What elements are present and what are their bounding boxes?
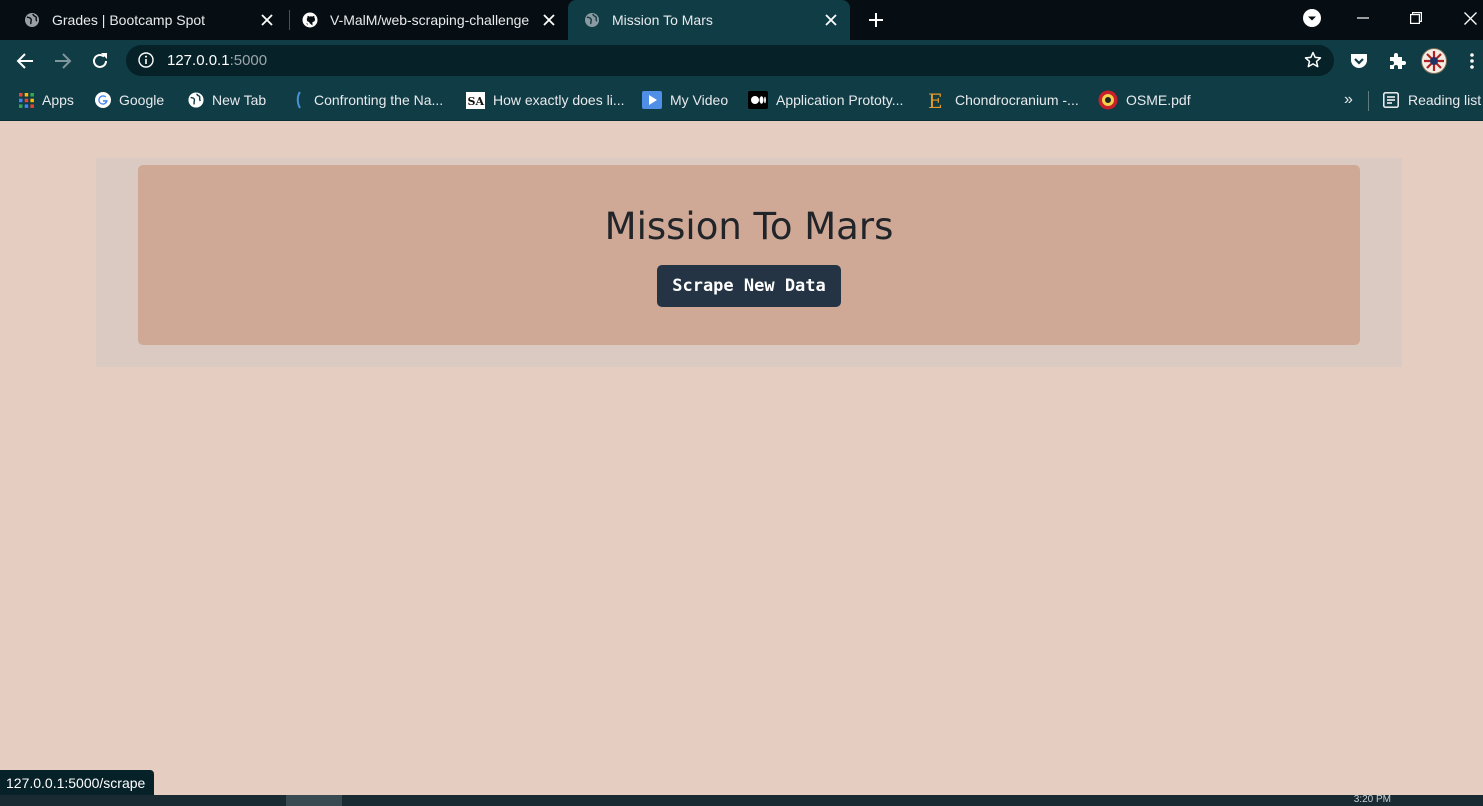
page-title: Mission To Mars	[604, 205, 894, 248]
bookmarks-divider	[1368, 91, 1369, 111]
back-button[interactable]	[12, 48, 38, 74]
sa-icon: SA	[466, 91, 485, 109]
tab-strip: Grades | Bootcamp Spot V-MalM/web-scrapi…	[0, 0, 1483, 40]
e-letter-icon: E	[927, 90, 947, 110]
bookmark-new-tab[interactable]: New Tab	[188, 90, 266, 110]
seal-icon	[1098, 90, 1118, 110]
minimize-icon	[1357, 17, 1369, 19]
bookmark-label: How exactly does li...	[493, 92, 625, 108]
tab-title: Mission To Mars	[612, 12, 713, 28]
bookmark-google[interactable]: Google	[95, 90, 164, 110]
taskbar-clock: 3:20 PM	[1353, 794, 1391, 805]
globe-icon	[25, 13, 39, 27]
bookmark-label: My Video	[670, 92, 729, 108]
bookmark-apps[interactable]: Apps	[18, 90, 74, 110]
bookmark-label: New Tab	[212, 92, 267, 108]
bookmark-label: Chondrocranium -...	[955, 92, 1079, 108]
address-text[interactable]: 127.0.0.1:5000	[167, 52, 267, 69]
bookmark-label: Google	[119, 92, 165, 108]
new-tab-button[interactable]	[864, 8, 888, 32]
bookmark-label: Application Prototy...	[776, 92, 904, 108]
reading-list-icon	[1382, 92, 1400, 108]
bookmark-osme[interactable]: OSME.pdf	[1098, 90, 1191, 110]
os-taskbar: 3:20 PM	[0, 795, 1483, 806]
apps-grid-icon	[18, 92, 34, 108]
google-icon	[95, 92, 111, 108]
avatar-icon	[1421, 48, 1447, 74]
info-icon[interactable]	[138, 52, 154, 68]
kebab-menu-icon	[1470, 53, 1474, 69]
bookmark-label: Apps	[42, 92, 74, 108]
restore-button[interactable]	[1396, 0, 1436, 36]
reading-list-button[interactable]: Reading list	[1382, 90, 1481, 110]
window-close-button[interactable]	[1450, 0, 1483, 36]
tab-grades[interactable]: Grades | Bootcamp Spot	[0, 0, 286, 40]
reload-icon	[93, 53, 107, 68]
profile-avatar[interactable]	[1421, 48, 1447, 74]
github-icon	[302, 12, 318, 28]
pocket-icon	[1351, 54, 1367, 68]
browser-menu-button[interactable]	[1462, 48, 1482, 74]
restore-icon	[1410, 12, 1422, 24]
tab-title: Grades | Bootcamp Spot	[52, 12, 206, 28]
bookmark-chondrocranium[interactable]: E Chondrocranium -...	[927, 90, 1079, 110]
overflow-label: »	[1344, 91, 1353, 108]
pocket-extension-button[interactable]	[1346, 48, 1372, 74]
video-icon	[642, 91, 662, 109]
bookmark-site-icon	[290, 91, 306, 109]
tab-search-button[interactable]	[1292, 0, 1332, 36]
reload-button[interactable]	[87, 48, 113, 74]
close-icon	[1463, 11, 1477, 25]
plus-icon	[869, 13, 883, 27]
scrape-new-data-button[interactable]: Scrape New Data	[657, 265, 841, 307]
arrow-right-icon	[55, 53, 72, 69]
tab-mission-to-mars[interactable]: Mission To Mars	[568, 0, 850, 40]
content-container: Mission To Mars Scrape New Data	[96, 158, 1402, 367]
puzzle-icon	[1390, 53, 1406, 69]
reading-list-label: Reading list	[1408, 92, 1482, 108]
close-icon[interactable]	[540, 11, 558, 29]
address-host: 127.0.0.1	[167, 52, 230, 69]
bookmark-application[interactable]: Application Prototy...	[748, 90, 903, 110]
tab-github[interactable]: V-MalM/web-scraping-challenge	[278, 0, 568, 40]
taskbar-item-active[interactable]	[286, 795, 342, 806]
page-viewport: Mission To Mars Scrape New Data	[0, 121, 1483, 795]
close-icon[interactable]	[258, 11, 276, 29]
globe-icon	[188, 92, 204, 108]
status-url-bubble: 127.0.0.1:5000/scrape	[0, 770, 155, 796]
tab-title: V-MalM/web-scraping-challenge	[330, 12, 530, 28]
close-icon[interactable]	[822, 11, 840, 29]
bookmark-label: Confronting the Na...	[314, 92, 444, 108]
bookmark-how-exactly[interactable]: SA How exactly does li...	[466, 90, 625, 110]
bookmark-my-video[interactable]: My Video	[642, 90, 728, 110]
chevron-down-circle-icon	[1303, 9, 1321, 27]
svg-text:SA: SA	[468, 95, 485, 108]
svg-text:E: E	[928, 90, 943, 110]
bookmarks-overflow-button[interactable]: »	[1344, 90, 1353, 110]
bookmark-label: OSME.pdf	[1126, 92, 1191, 108]
address-bar[interactable]: 127.0.0.1:5000	[126, 45, 1334, 76]
address-port: :5000	[229, 52, 268, 69]
medium-icon	[748, 91, 768, 109]
forward-button[interactable]	[50, 48, 76, 74]
extensions-button[interactable]	[1384, 48, 1410, 74]
jumbotron: Mission To Mars Scrape New Data	[138, 165, 1360, 345]
bookmark-confronting[interactable]: Confronting the Na...	[290, 90, 443, 110]
minimize-button[interactable]	[1343, 0, 1383, 36]
arrow-left-icon	[16, 53, 33, 69]
globe-icon	[585, 13, 599, 27]
bookmarks-bar: Apps Google New Tab Confronting the Na..…	[0, 81, 1483, 121]
star-icon[interactable]	[1304, 51, 1322, 69]
